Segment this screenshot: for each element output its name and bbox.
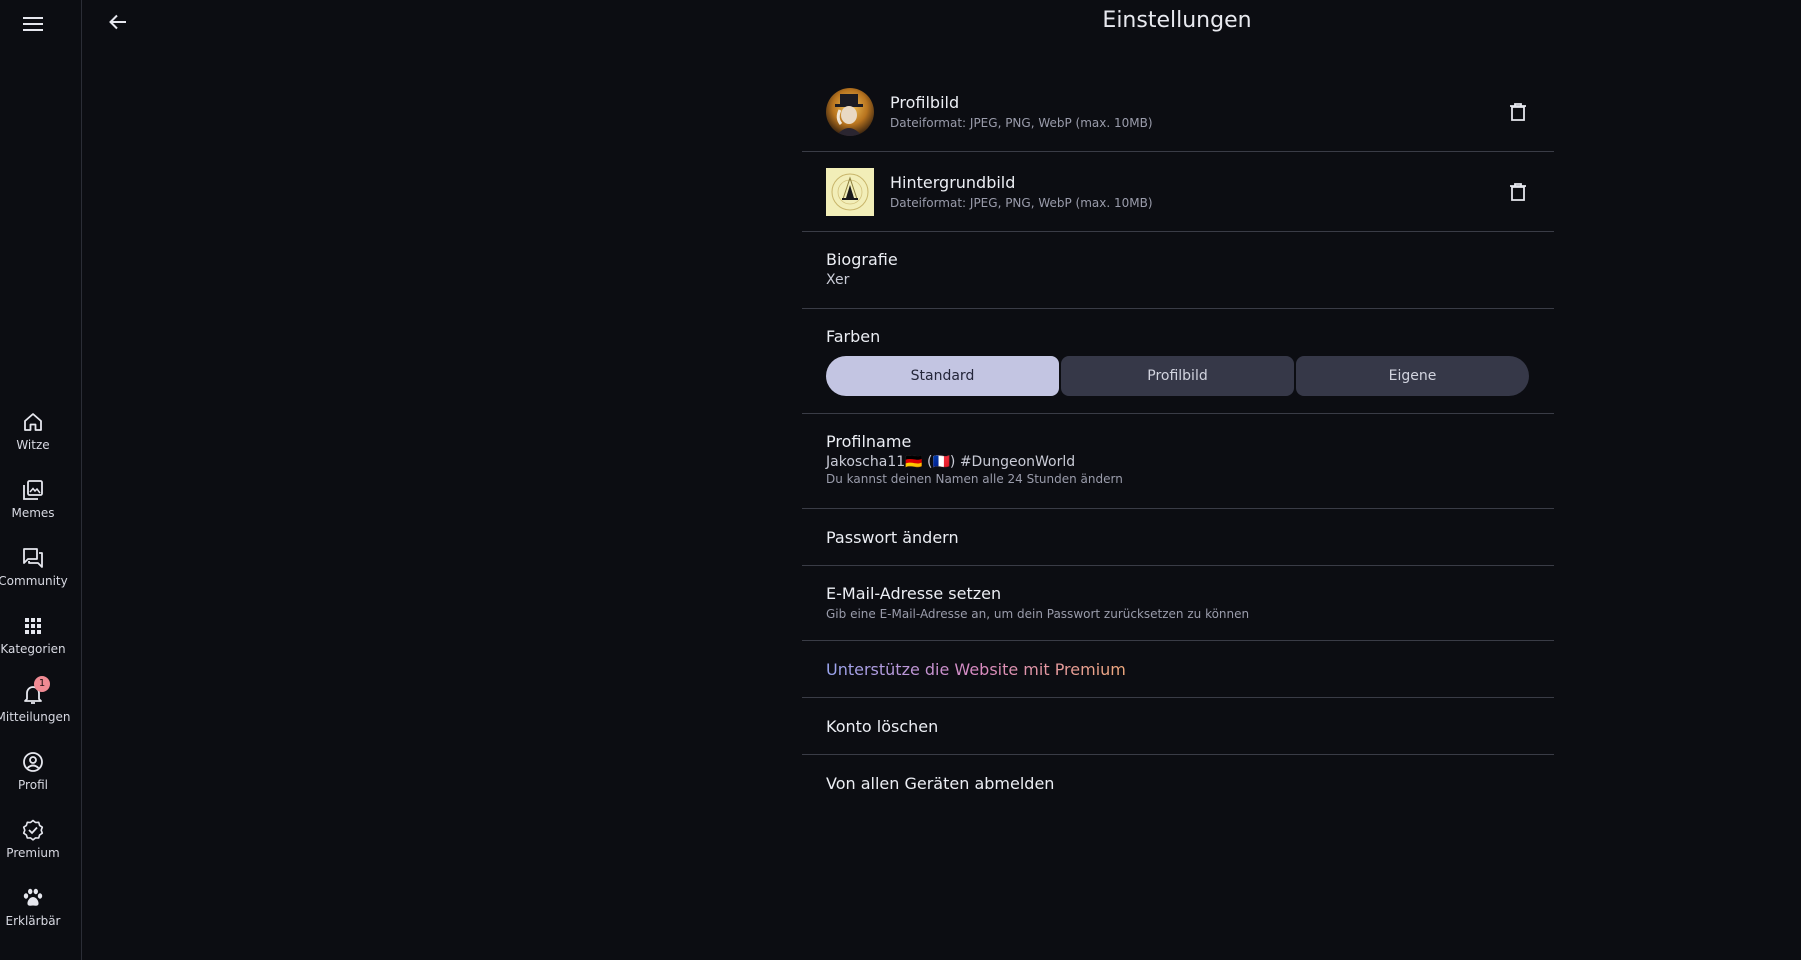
menu-button[interactable]: [21, 12, 45, 36]
color-option-eigene[interactable]: Eigene: [1296, 356, 1529, 396]
sidebar-item-mitteilungen[interactable]: 1 Mitteilungen: [0, 676, 70, 724]
trash-icon[interactable]: [1506, 100, 1530, 124]
bio-value: Xer: [826, 272, 850, 288]
row-title: Hintergrundbild: [890, 173, 1016, 192]
verified-icon: [22, 819, 44, 841]
hamburger-menu-icon: [23, 17, 43, 31]
sidebar-item-kategorien[interactable]: Kategorien: [0, 614, 66, 656]
row-title: Passwort ändern: [826, 527, 959, 547]
sidebar-item-label: Mitteilungen: [0, 710, 71, 724]
sidebar-item-label: Kategorien: [0, 642, 66, 656]
sidebar-item-erklaerbaer[interactable]: Erklärbär: [0, 886, 66, 928]
grid-icon: [25, 618, 41, 634]
premium-row[interactable]: Unterstütze die Website mit Premium: [802, 641, 1554, 698]
premium-link: Unterstütze die Website mit Premium: [826, 659, 1126, 679]
profile-image-thumbnail: [826, 87, 874, 136]
bell-icon-wrapper: 1: [21, 676, 50, 706]
avatar-image: [826, 87, 874, 136]
sidebar-item-label: Erklärbär: [5, 914, 61, 928]
profile-name-row[interactable]: Profilname Jakoscha11🇩🇪 (🇫🇷) #DungeonWor…: [802, 414, 1554, 509]
sidebar-item-memes[interactable]: Memes: [0, 478, 66, 520]
trash-icon[interactable]: [1506, 180, 1530, 204]
settings-list: Profilbild Dateiformat: JPEG, PNG, WebP …: [802, 72, 1554, 812]
color-option-standard[interactable]: Standard: [826, 356, 1059, 396]
bio-row[interactable]: Biografie Xer: [802, 232, 1554, 309]
sidebar-item-witze[interactable]: Witze: [0, 410, 66, 452]
row-title: E-Mail-Adresse setzen: [826, 584, 1002, 603]
sidebar-item-community[interactable]: Community: [0, 546, 68, 588]
home-icon: [24, 413, 42, 431]
sidebar-item-profil[interactable]: Profil: [0, 750, 66, 792]
color-option-profilbild[interactable]: Profilbild: [1061, 356, 1294, 396]
notification-badge: 1: [34, 676, 50, 692]
paw-icon: [23, 888, 43, 906]
row-title: Konto löschen: [826, 716, 939, 736]
gallery-icon: [23, 480, 43, 500]
background-image: [826, 167, 874, 216]
logout-all-devices-row[interactable]: Von allen Geräten abmelden: [802, 755, 1554, 812]
sidebar-item-label: Community: [0, 574, 68, 588]
sidebar-item-label: Witze: [16, 438, 50, 452]
sidebar-item-label: Memes: [11, 506, 55, 520]
row-subtitle: Dateiformat: JPEG, PNG, WebP (max. 10MB): [890, 196, 1153, 210]
sidebar-item-premium[interactable]: Premium: [0, 818, 66, 860]
page-title: Einstellungen: [1102, 8, 1252, 33]
row-subtitle: Gib eine E-Mail-Adresse an, um dein Pass…: [826, 607, 1250, 621]
arrow-left-icon: [109, 14, 126, 30]
sidebar-item-label: Profil: [18, 778, 48, 792]
row-title: Von allen Geräten abmelden: [826, 774, 1055, 793]
background-image-row[interactable]: Hintergrundbild Dateiformat: JPEG, PNG, …: [802, 152, 1554, 232]
colors-row: Farben Standard Profilbild Eigene: [802, 309, 1554, 414]
set-email-row[interactable]: E-Mail-Adresse setzen Gib eine E-Mail-Ad…: [802, 566, 1554, 641]
sidebar: Witze Memes Community Kategorien 1 Mitte…: [0, 0, 82, 960]
back-button[interactable]: [105, 9, 131, 35]
account-icon: [23, 752, 43, 772]
change-password-row[interactable]: Passwort ändern: [802, 509, 1554, 566]
background-image-thumbnail: [826, 167, 874, 216]
color-segmented-control: Standard Profilbild Eigene: [826, 356, 1530, 396]
profile-name-hint: Du kannst deinen Namen alle 24 Stunden ä…: [826, 472, 1123, 486]
profile-image-row[interactable]: Profilbild Dateiformat: JPEG, PNG, WebP …: [802, 72, 1554, 152]
row-title: Farben: [826, 327, 881, 346]
profile-name-value: Jakoscha11🇩🇪 (🇫🇷) #DungeonWorld: [826, 454, 1076, 470]
row-title: Profilbild: [890, 93, 960, 112]
row-title: Profilname: [826, 432, 912, 451]
sidebar-item-label: Premium: [6, 846, 60, 860]
forum-icon: [23, 548, 43, 568]
row-title: Biografie: [826, 250, 898, 269]
row-subtitle: Dateiformat: JPEG, PNG, WebP (max. 10MB): [890, 116, 1153, 130]
delete-account-row[interactable]: Konto löschen: [802, 698, 1554, 755]
